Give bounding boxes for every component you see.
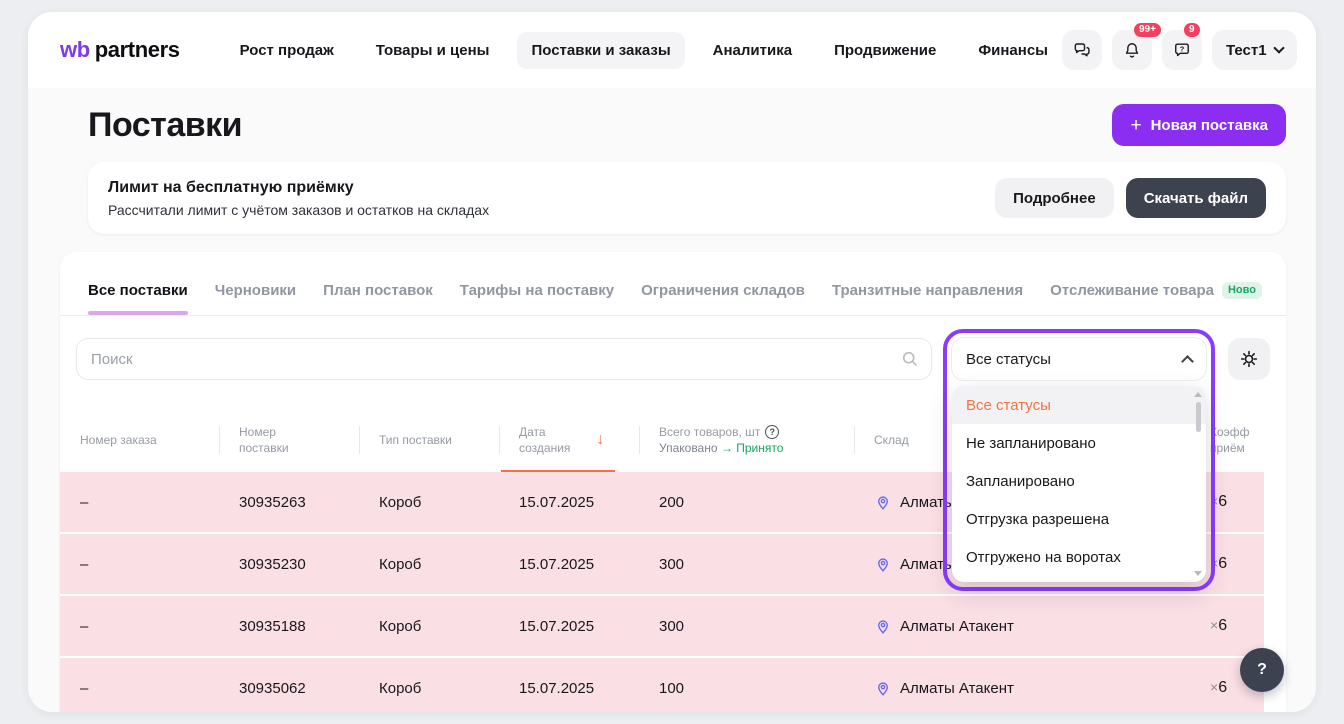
notifications-badge: 99+ xyxy=(1134,23,1161,37)
search-input[interactable] xyxy=(76,338,932,380)
status-select[interactable]: Все статусы xyxy=(952,338,1206,380)
status-option-shipment-allowed[interactable]: Отгрузка разрешена xyxy=(952,500,1206,538)
location-pin-icon xyxy=(874,679,892,697)
scroll-up-icon[interactable] xyxy=(1194,392,1202,397)
notifications-button[interactable]: 99+ xyxy=(1112,30,1152,70)
limit-banner-subtitle: Рассчитали лимит с учётом заказов и оста… xyxy=(108,202,489,218)
status-option-planned[interactable]: Запланировано xyxy=(952,462,1206,500)
tab-supply-tariffs[interactable]: Тарифы на поставку xyxy=(460,282,614,315)
status-combobox: Все статусы Все статусы Не запланировано… xyxy=(943,329,1215,591)
status-option-all[interactable]: Все статусы xyxy=(952,386,1206,424)
app-window: wb partners Рост продаж Товары и цены По… xyxy=(28,12,1316,712)
limit-banner-text: Лимит на бесплатную приёмку Рассчитали л… xyxy=(108,179,489,218)
status-option-acceptance[interactable]: Идёт приёмка xyxy=(952,576,1206,582)
limit-banner-title: Лимит на бесплатную приёмку xyxy=(108,179,489,197)
page-title: Поставки xyxy=(88,106,242,145)
svg-text:?: ? xyxy=(1180,45,1185,54)
filters-row: Все статусы Все статусы Не запланировано… xyxy=(76,338,1270,380)
arrow-right-icon: → xyxy=(721,441,733,455)
top-navbar: wb partners Рост продаж Товары и цены По… xyxy=(28,12,1316,88)
status-select-value: Все статусы xyxy=(966,351,1051,368)
tab-supply-plan[interactable]: План поставок xyxy=(323,282,433,315)
location-pin-icon xyxy=(874,617,892,635)
new-feature-badge: Ново xyxy=(1222,282,1262,299)
col-total-goods: Всего товаров, шт ? Упаковано → Принято xyxy=(639,408,854,472)
wb-partners-logo[interactable]: wb partners xyxy=(60,37,180,63)
new-supply-label: Новая поставка xyxy=(1151,117,1268,134)
gear-icon xyxy=(1239,349,1259,369)
user-name: Тест1 xyxy=(1226,42,1267,59)
chevron-up-icon xyxy=(1181,355,1194,368)
tab-drafts[interactable]: Черновики xyxy=(215,282,296,315)
chat-icon xyxy=(1072,40,1092,60)
user-menu[interactable]: Тест1 xyxy=(1212,30,1297,70)
col-supply-number: Номер поставки xyxy=(219,408,359,472)
help-button[interactable]: ? 9 xyxy=(1162,30,1202,70)
status-option-shipped-at-gates[interactable]: Отгружено на воротах xyxy=(952,538,1206,576)
nav-item-finance[interactable]: Финансы xyxy=(964,32,1062,69)
tab-transit-directions[interactable]: Транзитные направления xyxy=(832,282,1023,315)
supplies-card: Все поставки Черновики План поставок Тар… xyxy=(60,252,1286,712)
location-pin-icon xyxy=(874,555,892,573)
sort-desc-icon: ↓ xyxy=(596,432,604,448)
table-settings-button[interactable] xyxy=(1228,338,1270,380)
nav-item-promotion[interactable]: Продвижение xyxy=(820,32,950,69)
details-button[interactable]: Подробнее xyxy=(995,178,1114,218)
col-supply-type: Тип поставки xyxy=(359,408,499,472)
limit-banner-actions: Подробнее Скачать файл xyxy=(995,178,1266,218)
tab-all-supplies[interactable]: Все поставки xyxy=(88,282,188,315)
logo-wb: wb xyxy=(60,37,90,63)
tab-goods-tracking-label: Отслеживание товара xyxy=(1050,282,1214,299)
search-wrap xyxy=(76,338,932,380)
logo-partners: partners xyxy=(95,37,180,63)
status-option-not-planned[interactable]: Не запланировано xyxy=(952,424,1206,462)
search-icon xyxy=(900,349,920,369)
bell-icon xyxy=(1122,40,1142,60)
nav-right-controls: 99+ ? 9 Тест1 xyxy=(1062,30,1297,70)
nav-menu: Рост продаж Товары и цены Поставки и зак… xyxy=(226,32,1062,69)
status-options-panel: Все статусы Не запланировано Запланирова… xyxy=(952,386,1206,582)
help-fab[interactable]: ? xyxy=(1240,648,1284,692)
tab-warehouse-limits[interactable]: Ограничения складов xyxy=(641,282,805,315)
table-row[interactable]: – 30935188 Короб 15.07.2025 300 Алматы А… xyxy=(60,596,1264,656)
nav-item-sales-growth[interactable]: Рост продаж xyxy=(226,32,348,69)
location-pin-icon xyxy=(874,493,892,511)
nav-item-analytics[interactable]: Аналитика xyxy=(699,32,806,69)
info-question-icon[interactable]: ? xyxy=(765,425,779,439)
limit-banner: Лимит на бесплатную приёмку Рассчитали л… xyxy=(88,162,1286,234)
plus-icon: + xyxy=(1130,116,1141,135)
nav-item-goods-prices[interactable]: Товары и цены xyxy=(362,32,504,69)
scrollbar-thumb[interactable] xyxy=(1196,402,1201,432)
help-bubble-icon: ? xyxy=(1172,40,1192,60)
scroll-down-icon[interactable] xyxy=(1194,571,1202,576)
download-file-button[interactable]: Скачать файл xyxy=(1126,178,1266,218)
tab-goods-tracking[interactable]: Отслеживание товара Ново xyxy=(1050,282,1262,315)
nav-item-supplies-orders[interactable]: Поставки и заказы xyxy=(517,32,684,69)
page-header: Поставки + Новая поставка xyxy=(28,88,1316,160)
chat-button[interactable] xyxy=(1062,30,1102,70)
supplies-tabs: Все поставки Черновики План поставок Тар… xyxy=(60,252,1286,316)
chevron-down-icon xyxy=(1273,42,1284,53)
table-row[interactable]: – 30935062 Короб 15.07.2025 100 Алматы А… xyxy=(60,658,1264,712)
new-supply-button[interactable]: + Новая поставка xyxy=(1112,104,1286,146)
col-created-date[interactable]: Дата создания ↓ xyxy=(499,408,639,472)
help-badge: 9 xyxy=(1184,23,1200,37)
col-order-number: Номер заказа xyxy=(60,408,219,472)
